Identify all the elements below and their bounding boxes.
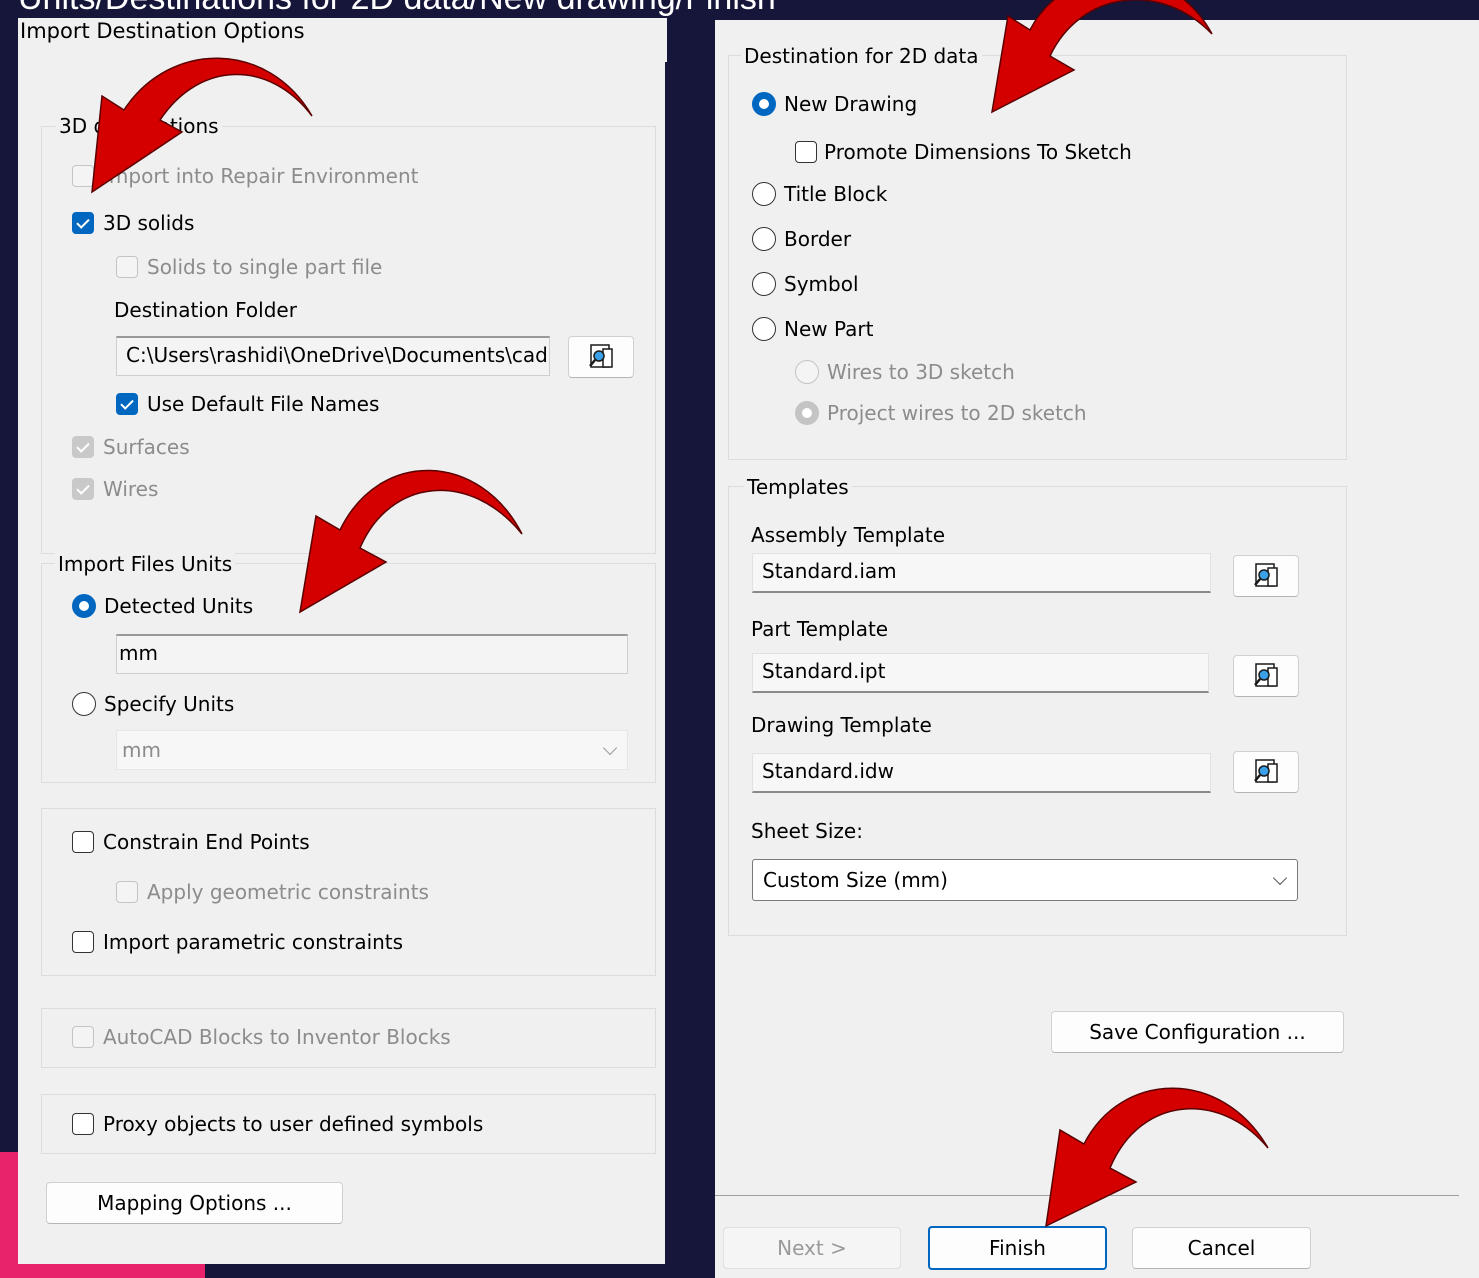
annotation-arrow-new-drawing: [991, 0, 1213, 114]
annotation-arrow-finish: [1045, 1087, 1269, 1228]
annotation-arrow-3d-options: [91, 57, 313, 194]
annotation-arrow-units: [298, 469, 523, 614]
red-curved-arrow-icon: [91, 0, 1269, 1228]
annotation-arrows: [91, 0, 1269, 1228]
